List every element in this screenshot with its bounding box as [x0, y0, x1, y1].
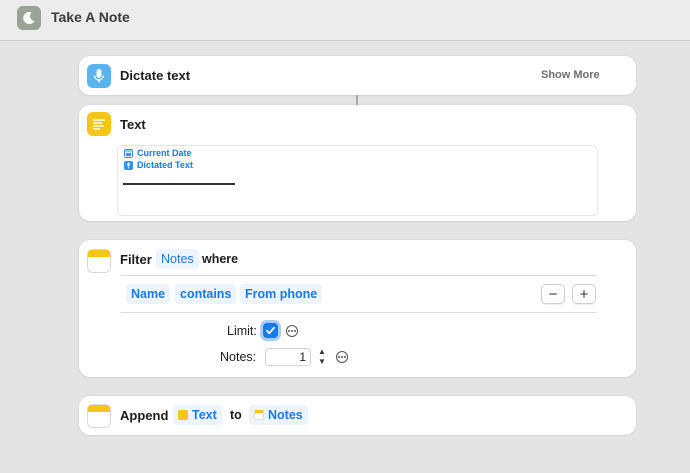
dictated-text-label: Dictated Text	[137, 160, 193, 170]
notes-icon	[87, 404, 111, 428]
notes-icon	[254, 410, 264, 420]
dictated-text-token[interactable]: Dictated Text	[124, 159, 193, 171]
notes-icon	[87, 249, 111, 273]
calendar-icon	[124, 148, 133, 158]
current-date-label: Current Date	[137, 148, 192, 158]
microphone-icon	[124, 160, 133, 170]
dictate-text-action[interactable]: Dictate text Show More	[79, 56, 636, 95]
current-date-token[interactable]: Current Date	[124, 147, 192, 159]
limit-label: Limit:	[227, 324, 257, 338]
append-text-label: Text	[192, 408, 217, 422]
dictate-title: Dictate text	[120, 68, 191, 83]
separator	[121, 275, 597, 276]
condition-operator-pill[interactable]: contains	[175, 284, 237, 304]
append-notes-label: Notes	[268, 408, 303, 422]
chevron-down-icon[interactable]: ▼	[318, 358, 326, 366]
limit-checkbox[interactable]	[263, 323, 278, 338]
append-note-action[interactable]: Append Text to Notes	[79, 396, 636, 435]
add-condition-button[interactable]: +	[572, 284, 596, 304]
text-separator-line	[123, 183, 235, 185]
show-more-button[interactable]: Show More	[541, 69, 600, 81]
filter-collection-pill[interactable]: Notes	[156, 249, 199, 269]
text-action[interactable]: Text Current Date Dictated Text	[79, 105, 636, 221]
text-lines-icon	[178, 410, 188, 420]
text-content-field[interactable]: Current Date Dictated Text	[117, 145, 598, 216]
remove-condition-button[interactable]: −	[541, 284, 565, 304]
text-lines-icon	[87, 112, 111, 136]
action-connector	[356, 95, 358, 105]
title-bar: Take A Note	[0, 0, 690, 41]
text-title: Text	[120, 117, 146, 132]
moon-icon[interactable]	[17, 6, 41, 30]
append-text-token[interactable]: Text	[173, 405, 222, 425]
to-label: to	[230, 408, 242, 422]
append-title: Append	[120, 408, 169, 423]
chevron-up-icon[interactable]: ▲	[318, 348, 326, 356]
notes-limit-label: Notes:	[220, 350, 257, 364]
notes-limit-input[interactable]: 1	[265, 348, 311, 366]
append-notes-token[interactable]: Notes	[249, 405, 308, 425]
separator	[121, 312, 597, 313]
where-label: where	[202, 252, 239, 266]
filter-notes-action[interactable]: Filter Notes where Name contains From ph…	[79, 240, 636, 377]
condition-value-pill[interactable]: From phone	[240, 284, 323, 304]
condition-field-pill[interactable]: Name	[126, 284, 171, 304]
notes-limit-stepper[interactable]: ▲ ▼	[316, 348, 328, 366]
window-title: Take A Note	[51, 9, 130, 25]
notes-options-icon[interactable]	[336, 351, 348, 363]
microphone-icon	[87, 64, 111, 88]
limit-options-icon[interactable]	[286, 325, 298, 337]
filter-title: Filter	[120, 252, 152, 267]
